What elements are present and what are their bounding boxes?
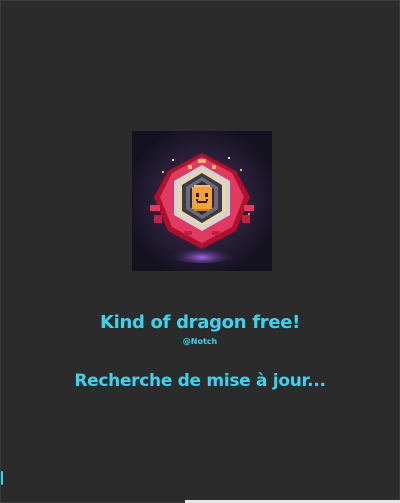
pixel-dragon-emblem-icon <box>132 131 272 271</box>
window-edge-indicator <box>1 471 3 485</box>
author-handle: @Notch <box>182 337 218 346</box>
update-status-text: Recherche de mise à jour... <box>74 371 326 391</box>
app-logo <box>132 131 272 271</box>
app-title: Kind of dragon free! <box>99 312 301 333</box>
launcher-window: Kind of dragon free! @Notch Recherche de… <box>0 0 400 503</box>
